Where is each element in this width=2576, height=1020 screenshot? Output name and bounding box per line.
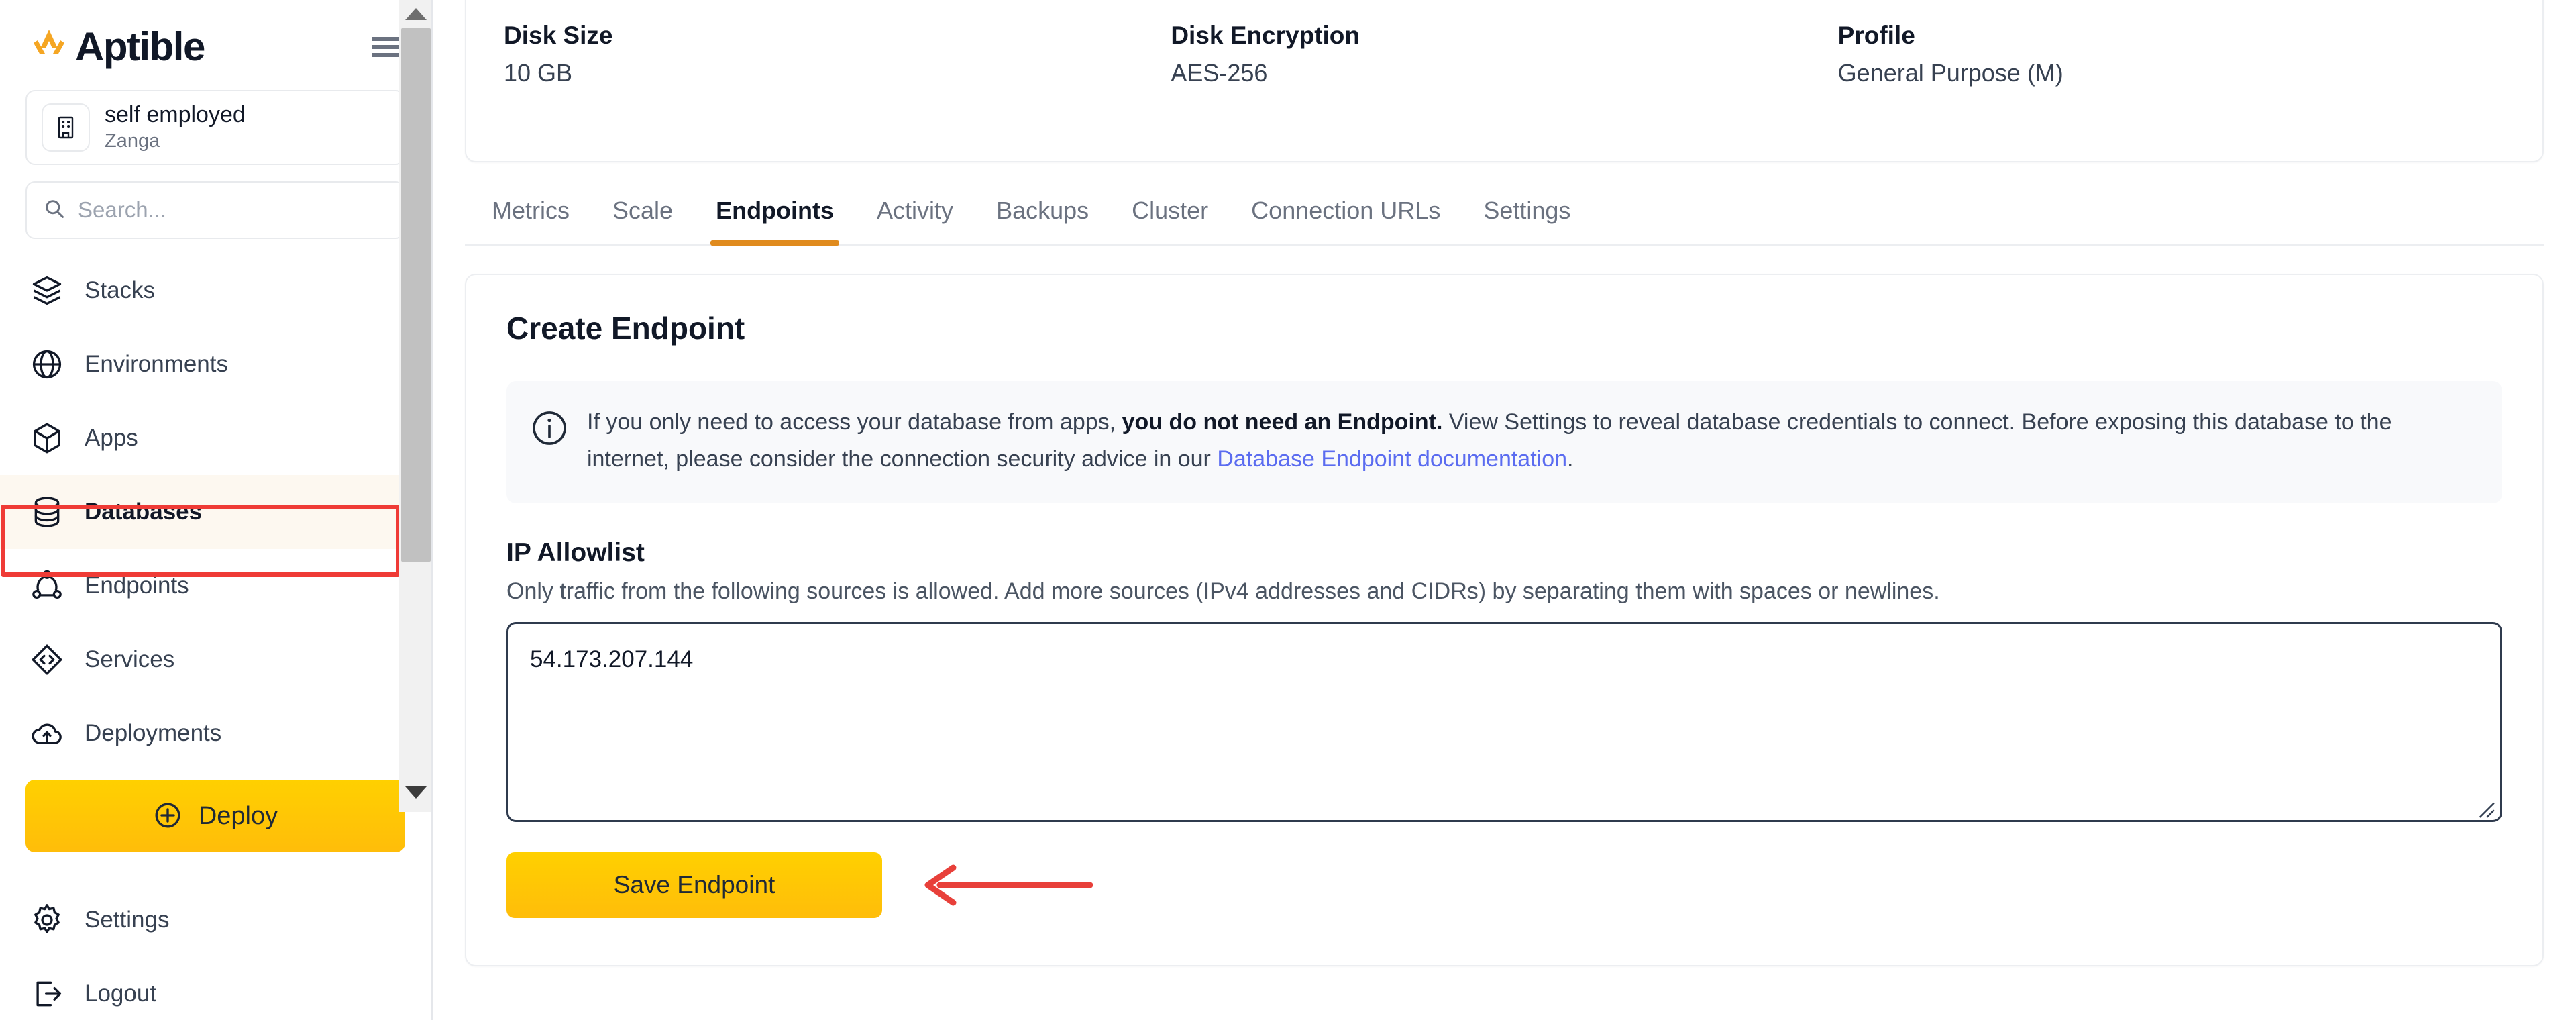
sidebar-item-label: Apps [85, 425, 138, 451]
disk-encryption-value: AES-256 [1171, 59, 1268, 87]
disk-size-value: 10 GB [504, 59, 573, 87]
database-info-row: Disk Size 10 GB Disk Encryption AES-256 … [504, 1, 2505, 87]
info-circle-icon [531, 409, 568, 447]
create-endpoint-panel: Create Endpoint If you only need to acce… [465, 274, 2544, 967]
sidebar-item-apps[interactable]: Apps [0, 401, 431, 475]
sidebar-item-services[interactable]: Services [0, 623, 431, 697]
sidebar-item-databases[interactable]: Databases [0, 475, 431, 549]
sidebar-item-endpoints[interactable]: Endpoints [0, 549, 431, 623]
tab-endpoints[interactable]: Endpoints [694, 197, 855, 246]
profile-label: Profile [1837, 21, 1915, 49]
sidebar-item-label: Endpoints [85, 572, 189, 599]
sidebar-scrollbar-thumb[interactable] [401, 28, 431, 562]
brand-name: Aptible [75, 24, 205, 69]
logout-icon [28, 975, 66, 1013]
sidebar-item-logout[interactable]: Logout [0, 957, 431, 1020]
database-icon [28, 493, 66, 531]
tab-connection-urls[interactable]: Connection URLs [1230, 197, 1462, 244]
ip-allowlist-input[interactable] [506, 622, 2502, 823]
cloud-upload-icon [28, 715, 66, 752]
building-icon [42, 103, 90, 152]
disk-size-field: Disk Size 10 GB [504, 1, 1171, 87]
scroll-down-arrow-icon[interactable] [401, 778, 431, 807]
page-title: Create Endpoint [506, 311, 745, 346]
ip-allowlist-wrap [506, 622, 2502, 825]
deploy-button-wrap: Deploy [0, 770, 431, 852]
disk-encryption-field: Disk Encryption AES-256 [1171, 1, 1837, 87]
profile-value: General Purpose (M) [1837, 59, 2063, 87]
org-switcher[interactable]: self employed Zanga [25, 90, 405, 165]
brand-row: Aptible [0, 0, 431, 75]
sidebar: Aptible self employed Zanga Search... St… [0, 0, 433, 1020]
org-subtitle: Zanga [105, 130, 160, 152]
deploy-button[interactable]: Deploy [25, 780, 405, 852]
sidebar-item-label: Deployments [85, 720, 222, 746]
plus-circle-icon [153, 801, 182, 832]
sidebar-item-label: Services [85, 646, 175, 672]
deploy-button-label: Deploy [198, 801, 278, 830]
aptible-logo-icon [28, 28, 70, 66]
profile-field: Profile General Purpose (M) [1838, 1, 2505, 87]
cube-icon [28, 419, 66, 457]
sidebar-item-settings[interactable]: Settings [0, 883, 431, 957]
sidebar-bottom-nav: Settings Logout [0, 883, 431, 1020]
main-content: PostgreSQL 14 gp3 v.20 Disk Size 10 GB D… [433, 0, 2576, 1020]
tab-scale[interactable]: Scale [591, 197, 694, 244]
info-banner: If you only need to access your database… [506, 381, 2502, 504]
stacks-icon [28, 272, 66, 309]
info-text-part3: . [1567, 446, 1574, 472]
disk-encryption-label: Disk Encryption [1171, 21, 1360, 49]
database-endpoint-doc-link[interactable]: Database Endpoint documentation [1217, 446, 1567, 472]
info-banner-text: If you only need to access your database… [587, 404, 2475, 478]
org-name: self employed [105, 102, 246, 128]
scroll-up-arrow-icon[interactable] [401, 0, 431, 28]
search-input[interactable]: Search... [25, 181, 405, 239]
sidebar-item-label: Databases [85, 499, 203, 525]
arrow-annotation-icon [914, 858, 1095, 912]
app-root: Aptible self employed Zanga Search... St… [0, 0, 2576, 1020]
ip-allowlist-help: Only traffic from the following sources … [506, 578, 1940, 605]
sidebar-item-deployments[interactable]: Deployments [0, 697, 431, 770]
gear-icon [28, 901, 66, 939]
sidebar-item-label: Stacks [85, 277, 156, 303]
database-info-card: PostgreSQL 14 gp3 v.20 Disk Size 10 GB D… [465, 0, 2544, 162]
info-text-bold: you do not need an Endpoint. [1122, 409, 1443, 435]
ip-allowlist-label: IP Allowlist [506, 538, 645, 568]
info-text-part1: If you only need to access your database… [587, 409, 1122, 435]
tab-settings[interactable]: Settings [1462, 197, 1592, 244]
sidebar-item-stacks[interactable]: Stacks [0, 254, 431, 327]
tab-backups[interactable]: Backups [975, 197, 1110, 244]
services-icon [28, 641, 66, 678]
sidebar-item-label: Settings [85, 907, 170, 933]
sidebar-item-label: Environments [85, 351, 228, 377]
tab-cluster[interactable]: Cluster [1110, 197, 1230, 244]
tab-activity[interactable]: Activity [855, 197, 975, 244]
database-tabs: Metrics Scale Endpoints Activity Backups… [465, 170, 2544, 246]
disk-size-label: Disk Size [504, 21, 613, 49]
sidebar-item-label: Logout [85, 980, 157, 1007]
tab-metrics[interactable]: Metrics [470, 197, 591, 244]
globe-icon [28, 346, 66, 383]
search-icon [43, 197, 66, 223]
save-endpoint-button[interactable]: Save Endpoint [506, 852, 882, 919]
search-placeholder: Search... [78, 197, 167, 222]
sidebar-item-environments[interactable]: Environments [0, 327, 431, 401]
save-row: Save Endpoint [506, 852, 2502, 919]
endpoints-icon [28, 567, 66, 605]
sidebar-nav: Stacks Environments Apps Databases Endpo… [0, 254, 431, 1020]
